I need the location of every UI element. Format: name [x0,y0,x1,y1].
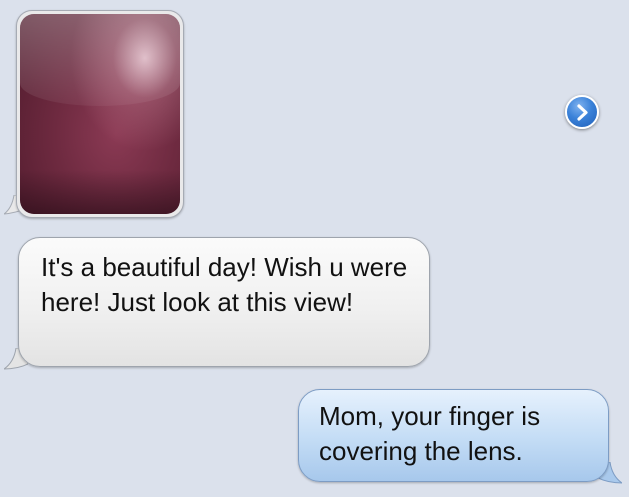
sent-message-text: Mom, your finger is covering the lens. [319,401,541,466]
photo-shadow [20,170,180,214]
photo-glare [20,14,180,106]
received-message-bubble[interactable]: It's a beautiful day! Wish u were here! … [18,237,430,367]
detail-disclosure-button[interactable] [565,95,599,129]
chevron-right-icon [577,104,588,121]
received-message-text: It's a beautiful day! Wish u were here! … [41,252,408,317]
sent-message-bubble[interactable]: Mom, your finger is covering the lens. [298,389,609,482]
photo-attachment[interactable] [20,14,180,214]
message-thread: It's a beautiful day! Wish u were here! … [0,0,629,497]
